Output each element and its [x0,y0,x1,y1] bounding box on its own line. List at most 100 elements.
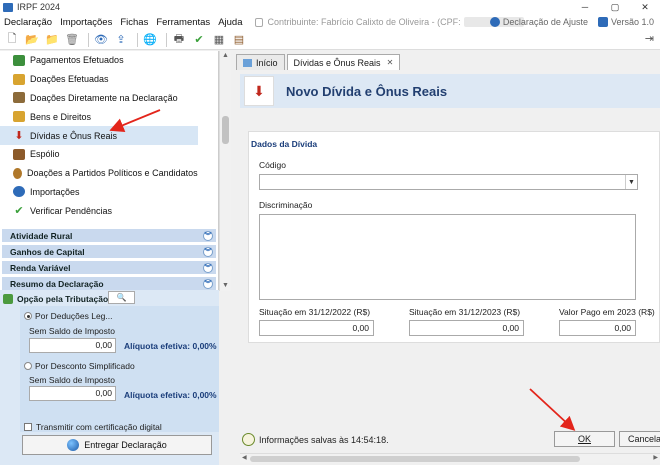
calculator-icon[interactable]: ▦ [211,32,227,48]
open-folder-icon[interactable]: 📂 [24,32,40,48]
version-text: Versão 1.0 [610,17,654,27]
sidebar-item-label: Doações Efetuadas [30,74,109,85]
entregar-button[interactable]: Entregar Declaração [22,435,212,455]
discriminacao-textarea[interactable] [259,214,636,300]
chevron-down-icon[interactable]: ︾ [203,247,213,257]
contributor-info: Contribuinte: Fabrício Calixto de Olivei… [254,17,524,27]
check-icon[interactable]: ✔ [191,32,207,48]
chevron-down-icon[interactable]: ︾ [203,263,213,273]
value-field: 0,00 [29,338,116,353]
radio-dot[interactable] [24,312,32,320]
globe-icon[interactable]: 🌐 [142,32,158,48]
checkbox-box[interactable] [24,423,32,431]
menu-declaracao[interactable]: Declaração [0,17,56,28]
menu-fichas[interactable]: Fichas [116,17,152,28]
sidebar-scrollbar[interactable]: ▲ ▼ [219,51,231,291]
scroll-down-icon[interactable]: ▼ [220,282,231,289]
sidebar-item-pendencias[interactable]: ✔ Verificar Pendências [0,201,218,220]
globe-icon [67,439,80,451]
import-icon[interactable]: ⇪ [113,32,129,48]
transmit-checkbox[interactable]: Transmitir com certificação digital [24,422,162,432]
menu-ajuda[interactable]: Ajuda [214,17,246,28]
scroll-right-icon[interactable]: ▶ [653,454,658,461]
cancel-button[interactable]: Cancelar [619,431,660,447]
radio-deducoes[interactable]: Por Deduções Leg... [24,311,113,321]
eye-icon[interactable]: 👁 [93,32,109,48]
sidebar-item-bens[interactable]: Bens e Direitos [0,107,218,126]
sidebar-item-dividas[interactable]: ⬇ Dívidas e Ônus Reais [0,126,198,145]
form-banner: ⬇ Novo Dívida e Ônus Reais [240,74,660,108]
declaration-type: Declaração de Ajuste [489,17,588,27]
trash-icon[interactable]: 🗑 [64,32,80,48]
book-icon[interactable]: ▤ [231,32,247,48]
section-atividade-rural[interactable]: Atividade Rural ︾ [2,229,216,243]
tax-option-title: Opção pela Tributação: [17,294,111,304]
close-button[interactable]: ✕ [630,0,660,14]
radio-dot[interactable] [24,362,32,370]
pago-input[interactable]: 0,00 [559,320,636,336]
tab-dividas[interactable]: Dívidas e Ônus Reais ✕ [286,54,401,70]
sidebar-item-label: Bens e Direitos [30,111,92,122]
ok-button[interactable]: OK [554,431,615,447]
search-button[interactable]: 🔍 [108,291,135,304]
horizontal-scrollbar[interactable]: ◀ ▶ [240,453,660,463]
toolbar-separator [88,32,89,47]
exit-icon[interactable]: ⇥ [645,32,654,45]
menu-importacoes[interactable]: Importações [56,17,116,28]
form-title: Novo Dívida e Ônus Reais [286,83,448,99]
codigo-select[interactable]: ▼ [259,174,638,190]
sit2022-label: Situação em 31/12/2022 (R$) [259,307,371,317]
section-label: Resumo da Declaração [10,278,104,289]
declaration-type-text: Declaração de Ajuste [502,17,588,27]
contributor-text: Contribuinte: Fabrício Calixto de Olivei… [267,17,461,27]
folder-icon[interactable]: 📁 [44,32,60,48]
section-ganhos-capital[interactable]: Ganhos de Capital ︾ [2,245,216,259]
down-arrow-icon: ⬇ [14,130,24,143]
status-bar: Informações salvas às 14:54:18. [242,433,389,446]
chevron-down-icon[interactable]: ︾ [203,279,213,289]
section-resumo[interactable]: Resumo da Declaração ︾ [2,277,216,291]
section-label: Atividade Rural [10,230,73,241]
sidebar-item-label: Dívidas e Ônus Reais [30,130,118,141]
close-icon[interactable]: ✕ [387,58,394,67]
title-bar: IRPF 2024 ─ ▢ ✕ [0,0,660,14]
menu-ferramentas[interactable]: Ferramentas [152,17,214,28]
entregar-label: Entregar Declaração [84,440,167,450]
chevron-down-icon[interactable]: ︾ [203,231,213,241]
sit2023-input[interactable]: 0,00 [409,320,524,336]
minimize-button[interactable]: ─ [570,0,600,14]
toolbar-separator [166,32,167,47]
sidebar-item-importacoes[interactable]: Importações [0,183,218,202]
window-title: IRPF 2024 [17,2,61,12]
gift-icon [13,73,25,85]
chevron-down-icon[interactable]: ▼ [625,175,637,189]
section-label: Renda Variável [10,262,71,273]
scroll-left-icon[interactable]: ◀ [242,454,247,461]
scroll-thumb[interactable] [222,116,229,144]
sidebar-item-label: Importações [30,186,80,197]
scroll-up-icon[interactable]: ▲ [220,52,231,59]
sit2022-input[interactable]: 0,00 [259,320,374,336]
maximize-button[interactable]: ▢ [600,0,630,14]
sem-saldo-label: Sem Saldo de Imposto [29,326,115,336]
toolbar: 🗋 📂 📁 🗑 👁 ⇪ 🌐 🖶 ✔ ▦ ▤ ⇥ [0,30,660,50]
print-icon[interactable]: 🖶 [171,32,187,48]
scroll-thumb[interactable] [250,456,580,462]
radio-label: Por Desconto Simplificado [35,361,135,371]
sem-saldo-label: Sem Saldo de Imposto [29,375,115,385]
sidebar-item-partidos[interactable]: Doações a Partidos Políticos e Candidato… [0,164,218,183]
sidebar-item-doacoes[interactable]: Doações Efetuadas [0,70,218,89]
pago-label: Valor Pago em 2023 (R$) [559,307,655,317]
sidebar-item-doacoes-diretas[interactable]: Doações Diretamente na Declaração [0,89,218,108]
down-arrow-icon: ⬇ [244,76,274,106]
radio-simplificado[interactable]: Por Desconto Simplificado [24,361,135,371]
sidebar-item-label: Espólio [30,149,60,160]
section-renda-variavel[interactable]: Renda Variável ︾ [2,261,216,275]
new-document-icon[interactable]: 🗋 [4,32,20,48]
window-controls: ─ ▢ ✕ [570,0,660,14]
sidebar-item-pagamentos[interactable]: Pagamentos Efetuados [0,51,218,70]
tab-inicio[interactable]: Início [236,54,285,70]
app-icon [3,2,13,12]
sidebar-item-espolio[interactable]: Espólio [0,145,218,164]
tab-bar: Início Dívidas e Ônus Reais ✕ [236,54,402,70]
